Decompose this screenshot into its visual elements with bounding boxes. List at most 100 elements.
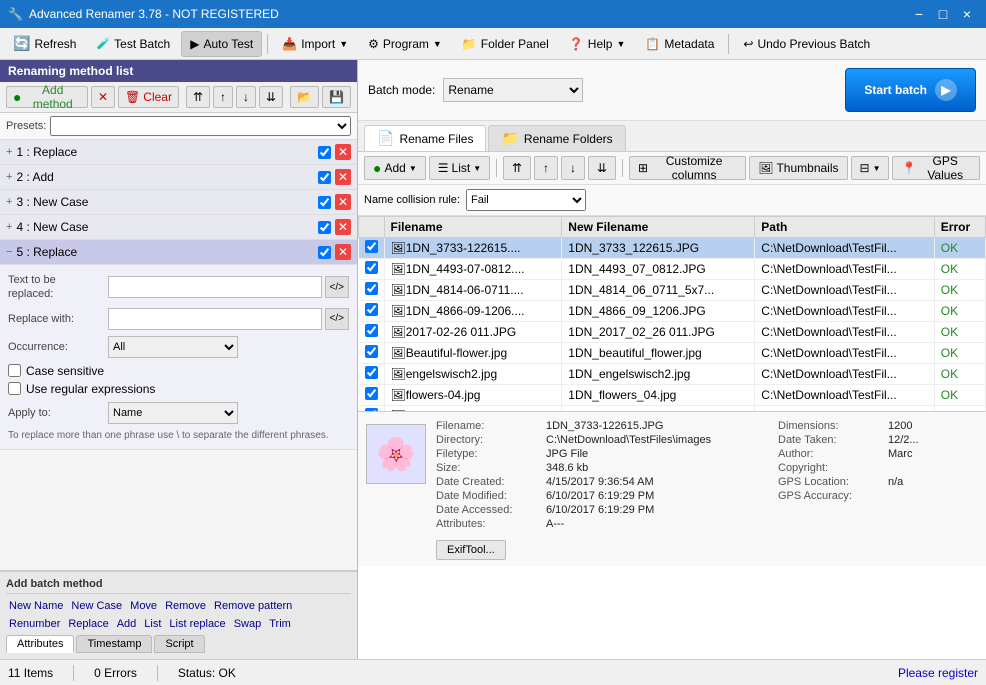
row-check-cell[interactable] — [359, 364, 385, 385]
list-button[interactable]: ☰ List ▼ — [429, 156, 490, 180]
list-replace-link[interactable]: List replace — [166, 617, 228, 631]
move-link[interactable]: Move — [127, 599, 160, 613]
move-up-files-button[interactable]: ⇈ — [503, 156, 531, 180]
remove-link[interactable]: Remove — [162, 599, 209, 613]
method-2-delete[interactable]: ✕ — [335, 169, 351, 185]
collision-select[interactable]: Fail Skip Overwrite Rename — [466, 189, 586, 211]
up-button[interactable]: ↑ — [534, 156, 558, 180]
sort-button[interactable]: ⊟ ▼ — [851, 156, 890, 180]
method-header-3[interactable]: + 3 : New Case ✕ — [0, 190, 357, 214]
method-1-delete[interactable]: ✕ — [335, 144, 351, 160]
replace-with-input[interactable]: 1DN — [108, 308, 322, 330]
table-row[interactable]: 🖼1DN_4866-09-1206.... 1DN_4866_09_1206.J… — [359, 301, 986, 322]
script-tab[interactable]: Script — [154, 635, 204, 653]
row-check-cell[interactable] — [359, 259, 385, 280]
presets-select[interactable] — [50, 116, 351, 136]
method-4-delete[interactable]: ✕ — [335, 219, 351, 235]
swap-link[interactable]: Swap — [231, 617, 265, 631]
method-5-delete[interactable]: ✕ — [335, 244, 351, 260]
move-down-files-button[interactable]: ⇊ — [588, 156, 616, 180]
table-row[interactable]: 🖼1DN_4493-07-0812.... 1DN_4493_07_0812.J… — [359, 259, 986, 280]
method-header-4[interactable]: + 4 : New Case ✕ — [0, 215, 357, 239]
close-button[interactable]: × — [956, 3, 978, 25]
down-button[interactable]: ↓ — [561, 156, 585, 180]
table-row[interactable]: 🖼1DN_3733-122615.... 1DN_3733_122615.JPG… — [359, 238, 986, 259]
import-button[interactable]: 📥 Import ▼ — [273, 31, 357, 57]
apply-to-select[interactable]: Name Extension Name and Extension — [108, 402, 238, 424]
attributes-tab[interactable]: Attributes — [6, 635, 74, 653]
folder-panel-button[interactable]: 📁 Folder Panel — [453, 31, 558, 57]
program-button[interactable]: ⚙ Program ▼ — [359, 31, 451, 57]
row-check-cell[interactable] — [359, 280, 385, 301]
folder-button[interactable]: 📂 — [290, 86, 319, 108]
start-batch-button[interactable]: Start batch ▶ — [845, 68, 976, 112]
undo-batch-button[interactable]: ↩ Undo Previous Batch — [734, 31, 879, 57]
row-checkbox[interactable] — [365, 324, 378, 337]
replace-with-code-button[interactable]: </> — [325, 308, 349, 330]
clear-button[interactable]: 🗑 Clear — [118, 86, 179, 108]
move-down-button[interactable]: ↓ — [236, 86, 256, 108]
method-header-2[interactable]: + 2 : Add ✕ — [0, 165, 357, 189]
help-button[interactable]: ❓ Help ▼ — [560, 31, 635, 57]
row-checkbox[interactable] — [365, 240, 378, 253]
remove-pattern-link[interactable]: Remove pattern — [211, 599, 295, 613]
row-checkbox[interactable] — [365, 261, 378, 274]
add-link[interactable]: Add — [114, 617, 140, 631]
thumbnails-button[interactable]: 🖼 Thumbnails — [749, 156, 847, 180]
row-checkbox[interactable] — [365, 282, 378, 295]
test-batch-button[interactable]: 🧪 Test Batch — [87, 31, 179, 57]
refresh-button[interactable]: 🔄 Refresh — [4, 31, 85, 57]
customize-columns-button[interactable]: ⊞ Customize columns — [629, 156, 746, 180]
add-files-button[interactable]: ● Add ▼ — [364, 156, 426, 180]
text-replace-input[interactable]: 1DN_1DN — [108, 276, 322, 298]
new-case-link[interactable]: New Case — [68, 599, 125, 613]
row-checkbox[interactable] — [365, 345, 378, 358]
batch-mode-select[interactable]: Rename Copy Move — [443, 78, 583, 102]
method-2-checkbox[interactable] — [318, 171, 331, 184]
method-4-checkbox[interactable] — [318, 221, 331, 234]
row-check-cell[interactable] — [359, 322, 385, 343]
occurrence-select[interactable]: All First Last — [108, 336, 238, 358]
table-row[interactable]: 🖼2017-02-26 011.JPG 1DN_2017_02_26 011.J… — [359, 322, 986, 343]
new-name-link[interactable]: New Name — [6, 599, 66, 613]
exif-tool-button[interactable]: ExifTool... — [436, 540, 506, 560]
minimize-button[interactable]: − — [908, 3, 930, 25]
maximize-button[interactable]: □ — [932, 3, 954, 25]
row-checkbox[interactable] — [365, 303, 378, 316]
row-checkbox[interactable] — [365, 387, 378, 400]
move-top-button[interactable]: ⇈ — [186, 86, 210, 108]
method-header-5[interactable]: − 5 : Replace ✕ — [0, 240, 357, 264]
row-check-cell[interactable] — [359, 301, 385, 322]
row-check-cell[interactable] — [359, 343, 385, 364]
rename-files-tab[interactable]: 📄 Rename Files — [364, 125, 486, 151]
table-row[interactable]: 🖼Beautiful-flower.jpg 1DN_beautiful_flow… — [359, 343, 986, 364]
add-method-button[interactable]: ● Add method — [6, 86, 88, 108]
renumber-link[interactable]: Renumber — [6, 617, 63, 631]
regex-checkbox[interactable] — [8, 382, 21, 395]
replace-link[interactable]: Replace — [65, 617, 111, 631]
table-row[interactable]: 🖼engelswisch2.jpg 1DN_engelswisch2.jpg C… — [359, 364, 986, 385]
table-row[interactable]: 🖼1DN_4814-06-0711.... 1DN_4814_06_0711_5… — [359, 280, 986, 301]
case-sensitive-checkbox[interactable] — [8, 364, 21, 377]
row-check-cell[interactable] — [359, 385, 385, 406]
method-5-checkbox[interactable] — [318, 246, 331, 259]
table-row[interactable]: 🖼flowers-04.jpg 1DN_flowers_04.jpg C:\Ne… — [359, 385, 986, 406]
method-1-checkbox[interactable] — [318, 146, 331, 159]
timestamp-tab[interactable]: Timestamp — [76, 635, 152, 653]
text-replace-code-button[interactable]: </> — [325, 276, 349, 298]
move-up-button[interactable]: ↑ — [213, 86, 233, 108]
list-link[interactable]: List — [141, 617, 164, 631]
rename-folders-tab[interactable]: 📁 Rename Folders — [488, 125, 625, 151]
method-3-delete[interactable]: ✕ — [335, 194, 351, 210]
register-link[interactable]: Please register — [898, 666, 978, 680]
save-button[interactable]: 💾 — [322, 86, 351, 108]
row-checkbox[interactable] — [365, 366, 378, 379]
gps-values-button[interactable]: 📍 GPS Values — [892, 156, 980, 180]
method-3-checkbox[interactable] — [318, 196, 331, 209]
auto-test-button[interactable]: ▶ Auto Test — [181, 31, 262, 57]
remove-method-button[interactable]: ✕ — [91, 86, 115, 108]
move-bottom-button[interactable]: ⇊ — [259, 86, 283, 108]
row-check-cell[interactable] — [359, 238, 385, 259]
trim-link[interactable]: Trim — [266, 617, 294, 631]
method-header-1[interactable]: + 1 : Replace ✕ — [0, 140, 357, 164]
